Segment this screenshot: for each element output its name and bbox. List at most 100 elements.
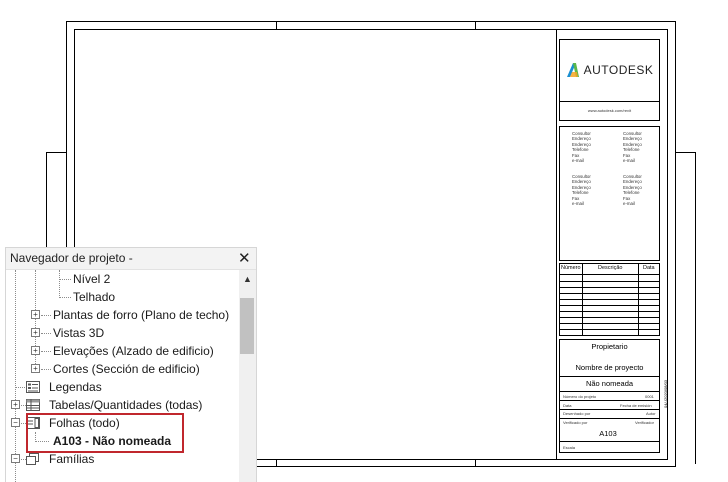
- close-icon[interactable]: ✕: [238, 249, 251, 267]
- tree-connector: [41, 315, 51, 316]
- titleblock-line-6: [559, 441, 660, 442]
- consultants-box-left: [559, 126, 560, 260]
- consultant-block-1: Consultor Endereço Endereço Telefone Fax e-ma…: [572, 131, 591, 164]
- revisions-table-bottom: [559, 335, 660, 336]
- logo-url: www.autodesk.com/revit: [587, 108, 632, 113]
- scroll-up-icon[interactable]: ▲: [243, 274, 252, 284]
- collapse-icon[interactable]: −: [11, 418, 20, 427]
- sheet-inner-border-top: [74, 29, 668, 30]
- titleblock-line-1: [559, 376, 660, 377]
- checked-by-value: Verificador: [635, 420, 654, 425]
- titleblock-line-5: [559, 418, 660, 419]
- revisions-row: [559, 305, 660, 306]
- revisions-table-top: [559, 263, 660, 264]
- tree-connector: [59, 297, 71, 298]
- highlight-box: [26, 413, 184, 453]
- expand-icon[interactable]: +: [11, 400, 20, 409]
- drawn-by-label: Desenhado por: [563, 411, 591, 416]
- crop-mark-bottom2: [475, 459, 476, 467]
- project-browser-tree: Nível 2 Telhado + Plantas de forro (Plan…: [6, 270, 238, 482]
- tree-connector: [41, 351, 51, 352]
- sheet-outer-border-top: [66, 21, 676, 22]
- consultants-box-bottom: [559, 260, 660, 261]
- autodesk-logo: AUTODESK: [559, 39, 660, 101]
- titleblock-line-2: [559, 391, 660, 392]
- revisions-header-date: Data: [643, 265, 655, 271]
- tree-item-tabelas[interactable]: Tabelas/Quantidades (todas): [49, 396, 202, 414]
- crop-mark-top: [276, 21, 277, 29]
- revisions-header-number: Número: [561, 265, 581, 271]
- revisions-row: [559, 299, 660, 300]
- titleblock-line-3: [559, 400, 660, 401]
- family-icon: [26, 453, 39, 465]
- revisions-row: [559, 287, 660, 288]
- legend-icon: [26, 381, 40, 393]
- project-name-label: Nombre de proyecto: [575, 363, 644, 372]
- tree-item-legendas[interactable]: Legendas: [49, 378, 102, 396]
- date-label: Data: [563, 403, 572, 408]
- crop-mark-top2: [475, 21, 476, 29]
- project-browser-header[interactable]: Navegador de projeto - ✕: [6, 248, 256, 270]
- tree-guide: [59, 270, 60, 298]
- titleblock-line-4: [559, 409, 660, 410]
- consultant-block-2: Consultor Endereço Endereço Telefone Fax e-ma…: [623, 131, 642, 164]
- project-browser-title: Navegador de projeto -: [10, 251, 133, 265]
- autodesk-logo-icon: [566, 63, 579, 77]
- vertical-stamp: 04/-/2020/08/03: [663, 379, 668, 408]
- logo-box-mid: [559, 101, 660, 102]
- tree-item-elevacoes[interactable]: Elevações (Alzado de edificio): [53, 342, 214, 360]
- crop-mark-right-v: [695, 152, 696, 464]
- tree-item-plantas-forro[interactable]: Plantas de forro (Plano de techo): [53, 306, 229, 324]
- titleblock-box-top: [559, 339, 660, 340]
- tree-connector: [41, 333, 51, 334]
- revisions-row: [559, 281, 660, 282]
- sheet-name-label: Não nomeada: [585, 379, 634, 388]
- tree-connector: [41, 369, 51, 370]
- logo-box-bottom: [559, 120, 660, 121]
- drawn-by-value: Autor: [646, 411, 656, 416]
- titleblock-box-bottom: [559, 452, 660, 453]
- project-number-value: 0001: [645, 394, 654, 399]
- scale-label: Escala: [563, 445, 576, 450]
- collapse-icon[interactable]: −: [11, 454, 20, 463]
- tree-guide: [15, 270, 16, 482]
- revisions-row: [559, 317, 660, 318]
- project-number-label: Número do projeto: [563, 394, 597, 399]
- expand-icon[interactable]: +: [31, 328, 40, 337]
- crop-mark-right: [676, 152, 696, 153]
- scrollbar-thumb[interactable]: [240, 298, 254, 354]
- crop-mark-left-v: [46, 152, 47, 252]
- tree-item-vistas-3d[interactable]: Vistas 3D: [53, 324, 104, 342]
- titleblock-box-right: [659, 339, 660, 452]
- project-browser-panel: Navegador de projeto - ✕ Nível 2 Telhado…: [5, 247, 257, 482]
- sheet-number-label: A103: [599, 429, 617, 438]
- consultant-block-3: Consultor Endereço Endereço Telefone Fax e-ma…: [572, 174, 591, 207]
- owner-label: Propietario: [591, 342, 628, 351]
- consultant-block-4: Consultor Endereço Endereço Telefone Fax e-ma…: [623, 174, 642, 207]
- logo-text: AUTODESK: [583, 63, 654, 77]
- tree-item-nivel-2[interactable]: Nível 2: [73, 270, 110, 288]
- date-value: Fecha de emisión: [620, 403, 652, 408]
- consultants-box-right: [659, 126, 660, 260]
- sheet-outer-border-right: [675, 21, 676, 467]
- expand-icon[interactable]: +: [31, 364, 40, 373]
- tree-connector: [15, 387, 25, 388]
- expand-icon[interactable]: +: [31, 310, 40, 319]
- tree-item-telhado[interactable]: Telhado: [73, 288, 115, 306]
- crop-mark-bottom: [276, 459, 277, 467]
- crop-mark-left: [46, 152, 66, 153]
- revisions-row: [559, 293, 660, 294]
- tree-connector: [59, 279, 71, 280]
- revisions-header-description: Descrição: [598, 265, 623, 271]
- revisions-table-header-line: [559, 274, 660, 275]
- tree-item-cortes[interactable]: Cortes (Sección de edificio): [53, 360, 200, 378]
- tree-guide: [35, 270, 36, 370]
- consultants-box-top: [559, 126, 660, 127]
- expand-icon[interactable]: +: [31, 346, 40, 355]
- checked-by-label: Verificado por: [563, 420, 588, 425]
- revisions-row: [559, 329, 660, 330]
- titleblock-divider: [556, 29, 557, 459]
- schedule-icon: [26, 399, 40, 411]
- revisions-row: [559, 323, 660, 324]
- revisions-row: [559, 311, 660, 312]
